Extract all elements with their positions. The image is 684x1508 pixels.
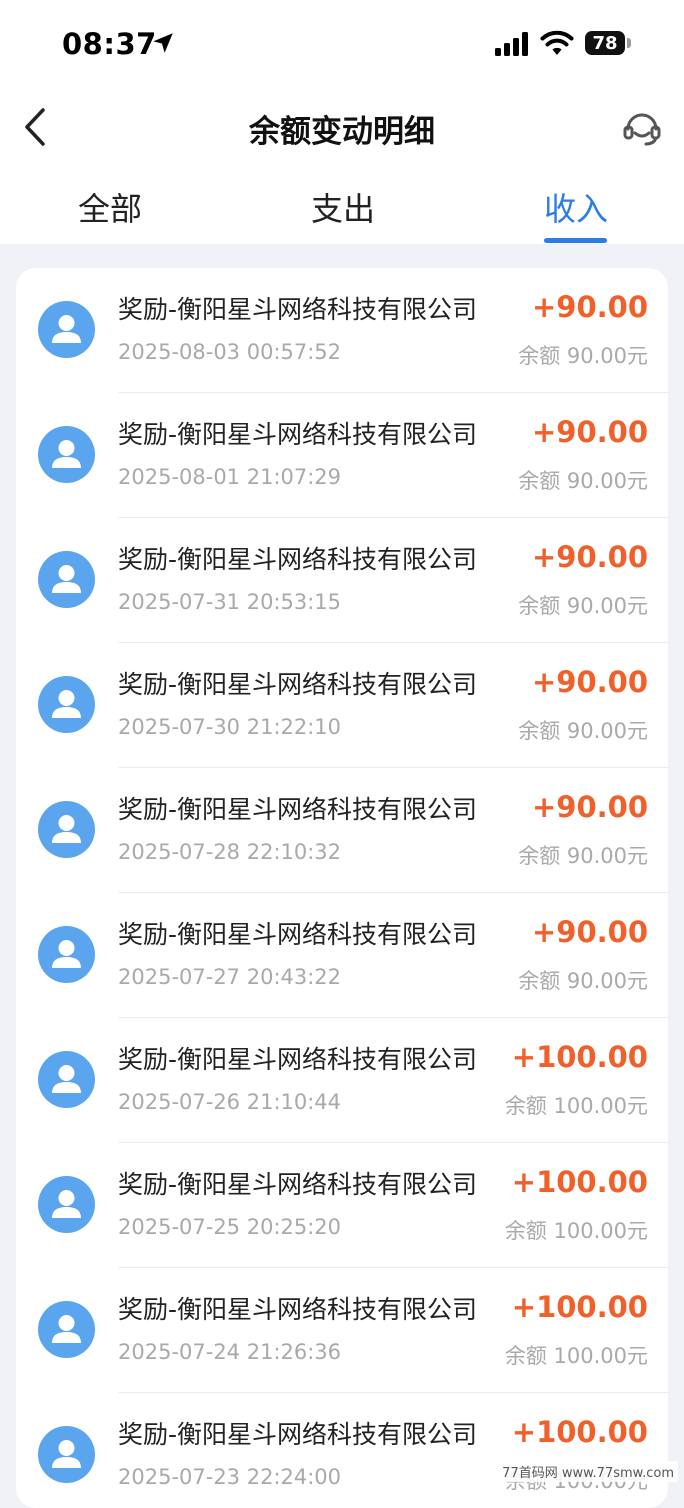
avatar [38,926,95,983]
record-title: 奖励-衡阳星斗网络科技有限公司 [118,295,478,324]
avatar [38,1426,95,1483]
record-amount: +90.00 [531,790,648,824]
list-item[interactable]: 奖励-衡阳星斗网络科技有限公司 2025-07-26 21:10:44 +100.0… [16,1018,668,1143]
avatar [38,801,95,858]
list-item[interactable]: 奖励-衡阳星斗网络科技有限公司 2025-07-24 21:26:36 +100.0… [16,1268,668,1393]
record-balance: 余额 90.00元 [518,594,648,618]
header-area: 08:37 78 余额变动明细 全部 支出 收入 [0,0,684,244]
active-tab-indicator [544,238,607,243]
list-item[interactable]: 奖励-衡阳星斗网络科技有限公司 2025-07-27 20:43:22 +90.00… [16,893,668,1018]
record-balance: 余额 90.00元 [518,469,648,493]
transaction-list: 奖励-衡阳星斗网络科技有限公司 2025-08-03 00:57:52 +90.00… [16,268,668,1508]
record-time: 2025-08-03 00:57:52 [118,340,342,364]
record-time: 2025-07-27 20:43:22 [118,965,342,989]
list-item[interactable]: 奖励-衡阳星斗网络科技有限公司 2025-07-25 20:25:20 +100.0… [16,1143,668,1268]
avatar [38,1051,95,1108]
user-icon [52,940,81,968]
wifi-icon [540,30,574,55]
list-item[interactable]: 奖励-衡阳星斗网络科技有限公司 2025-07-30 21:22:10 +90.00… [16,643,668,768]
list-item[interactable]: 奖励-衡阳星斗网络科技有限公司 2025-07-28 22:10:32 +90.00… [16,768,668,893]
watermark: 77首码网 www.77smw.com [498,1461,678,1482]
list-item[interactable]: 奖励-衡阳星斗网络科技有限公司 2025-07-23 22:24:00 +100.0… [16,1393,668,1508]
record-title: 奖励-衡阳星斗网络科技有限公司 [118,1045,478,1074]
user-icon [52,1315,81,1343]
tab-expense[interactable]: 支出 [311,184,375,230]
user-icon [52,1440,81,1468]
status-time: 08:37 [62,27,157,61]
record-time: 2025-08-01 21:07:29 [118,465,342,489]
avatar [38,426,95,483]
record-time: 2025-07-31 20:53:15 [118,590,342,614]
record-balance: 余额 90.00元 [518,844,648,868]
list-item[interactable]: 奖励-衡阳星斗网络科技有限公司 2025-08-03 00:57:52 +90.00… [16,268,668,393]
battery-indicator: 78 [585,31,625,55]
record-time: 2025-07-23 22:24:00 [118,1465,342,1489]
page-title: 余额变动明细 [249,114,435,150]
record-balance: 余额 100.00元 [504,1094,648,1118]
location-arrow-icon [153,33,173,53]
record-title: 奖励-衡阳星斗网络科技有限公司 [118,420,478,449]
record-time: 2025-07-25 20:25:20 [118,1215,342,1239]
avatar [38,551,95,608]
record-balance: 余额 100.00元 [504,1219,648,1243]
record-amount: +90.00 [531,415,648,449]
headset-icon [623,113,661,146]
record-balance: 余额 90.00元 [518,719,648,743]
record-balance: 余额 90.00元 [518,344,648,368]
user-icon [52,1190,81,1218]
record-time: 2025-07-28 22:10:32 [118,840,342,864]
avatar [38,1176,95,1233]
record-amount: +90.00 [531,915,648,949]
record-title: 奖励-衡阳星斗网络科技有限公司 [118,670,478,699]
user-icon [52,440,81,468]
user-icon [52,815,81,843]
battery-level: 78 [592,32,618,54]
tab-all[interactable]: 全部 [78,184,142,230]
record-amount: +90.00 [531,290,648,324]
tab-income[interactable]: 收入 [544,184,608,230]
cellular-signal-icon [495,32,528,56]
record-amount: +100.00 [511,1290,648,1324]
user-icon [52,315,81,343]
record-title: 奖励-衡阳星斗网络科技有限公司 [118,1420,478,1449]
avatar [38,676,95,733]
user-icon [52,690,81,718]
record-title: 奖励-衡阳星斗网络科技有限公司 [118,795,478,824]
record-time: 2025-07-30 21:22:10 [118,715,342,739]
record-amount: +100.00 [511,1040,648,1074]
record-amount: +100.00 [511,1415,648,1449]
record-amount: +90.00 [531,665,648,699]
record-title: 奖励-衡阳星斗网络科技有限公司 [118,545,478,574]
list-item[interactable]: 奖励-衡阳星斗网络科技有限公司 2025-08-01 21:07:29 +90.00… [16,393,668,518]
record-title: 奖励-衡阳星斗网络科技有限公司 [118,1295,478,1324]
record-amount: +90.00 [531,540,648,574]
record-balance: 余额 100.00元 [504,1344,648,1368]
record-title: 奖励-衡阳星斗网络科技有限公司 [118,1170,478,1199]
user-icon [52,1065,81,1093]
record-title: 奖励-衡阳星斗网络科技有限公司 [118,920,478,949]
avatar [38,1301,95,1358]
record-time: 2025-07-24 21:26:36 [118,1340,342,1364]
user-icon [52,565,81,593]
customer-service-button[interactable] [620,105,664,149]
avatar [38,301,95,358]
record-time: 2025-07-26 21:10:44 [118,1090,342,1114]
record-amount: +100.00 [511,1165,648,1199]
list-item[interactable]: 奖励-衡阳星斗网络科技有限公司 2025-07-31 20:53:15 +90.00… [16,518,668,643]
battery-tip [627,38,631,48]
record-balance: 余额 90.00元 [518,969,648,993]
